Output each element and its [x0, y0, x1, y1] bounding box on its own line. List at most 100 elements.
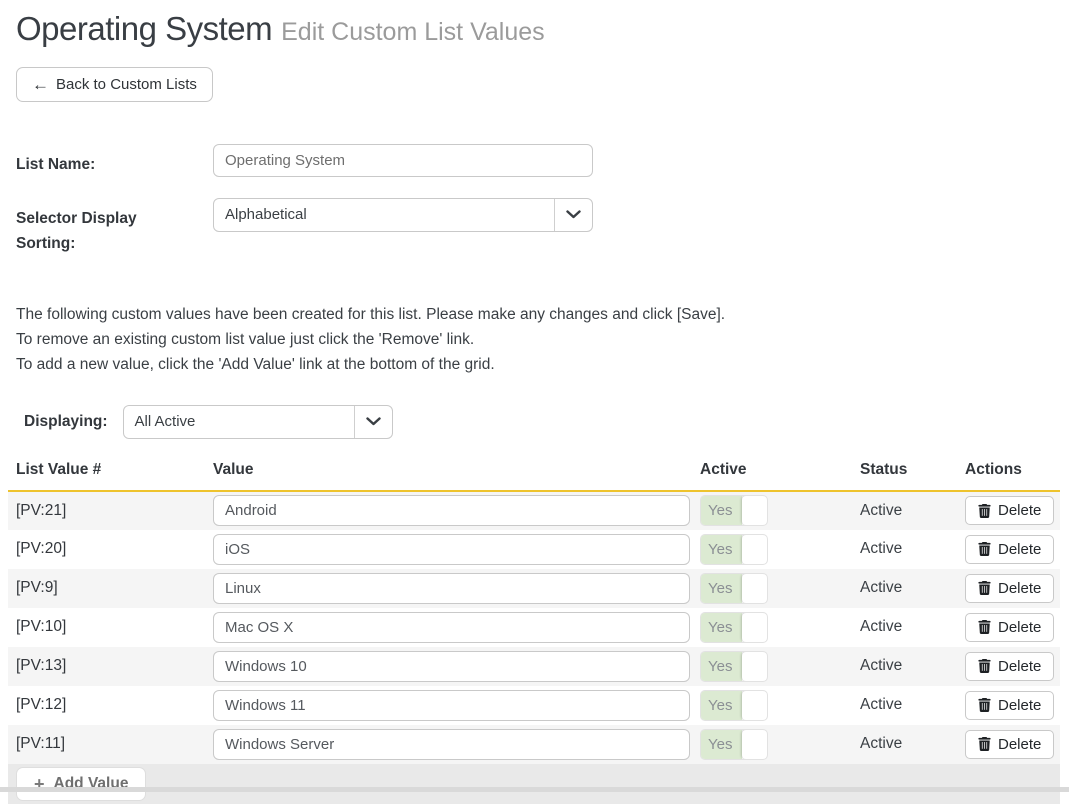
displaying-label: Displaying: [24, 413, 108, 431]
trash-icon [978, 504, 991, 518]
delete-button[interactable]: Delete [965, 574, 1054, 603]
status-text: Active [860, 657, 902, 674]
table-row: [PV:10] Yes Active Delete [8, 608, 1060, 647]
delete-button[interactable]: Delete [965, 535, 1054, 564]
status-text: Active [860, 540, 902, 557]
active-toggle[interactable]: Yes [700, 612, 768, 643]
delete-label: Delete [998, 580, 1041, 597]
delete-button[interactable]: Delete [965, 691, 1054, 720]
toggle-yes-label: Yes [701, 574, 742, 603]
trash-icon [978, 542, 991, 556]
list-value-id: [PV:20] [16, 540, 66, 557]
list-settings-form: List Name: Selector Display Sorting: Alp… [0, 144, 1069, 257]
bottom-divider-bar [0, 787, 1069, 792]
custom-values-table: List Value # Value Active Status Actions… [8, 455, 1060, 804]
sorting-label: Selector Display Sorting: [16, 198, 213, 257]
list-name-row: List Name: [16, 144, 1069, 178]
toggle-yes-label: Yes [701, 535, 742, 564]
active-toggle[interactable]: Yes [700, 729, 768, 760]
active-toggle[interactable]: Yes [700, 651, 768, 682]
delete-button[interactable]: Delete [965, 730, 1054, 759]
value-input[interactable] [213, 651, 690, 682]
toggle-yes-label: Yes [701, 652, 742, 681]
sorting-select[interactable]: Alphabetical [213, 198, 593, 232]
trash-icon [978, 581, 991, 595]
page-subtitle: Edit Custom List Values [281, 18, 545, 46]
instructions-line-1: The following custom values have been cr… [16, 302, 1069, 327]
displaying-select[interactable]: All Active [123, 405, 393, 439]
value-input[interactable] [213, 690, 690, 721]
active-toggle[interactable]: Yes [700, 573, 768, 604]
header-active: Active [700, 455, 860, 491]
table-row: [PV:13] Yes Active Delete [8, 647, 1060, 686]
trash-icon [978, 737, 991, 751]
chevron-down-icon [354, 406, 392, 438]
table-row: [PV:9] Yes Active Delete [8, 569, 1060, 608]
active-toggle[interactable]: Yes [700, 495, 768, 526]
list-value-id: [PV:11] [16, 735, 65, 752]
status-text: Active [860, 579, 902, 596]
add-value-button[interactable]: + Add Value [16, 767, 146, 801]
delete-label: Delete [998, 736, 1041, 753]
delete-button[interactable]: Delete [965, 652, 1054, 681]
list-value-id: [PV:9] [16, 579, 58, 596]
sorting-selected-value: Alphabetical [214, 199, 554, 231]
back-button-label: Back to Custom Lists [56, 76, 197, 93]
table-row: [PV:21] Yes Active Delete [8, 491, 1060, 530]
toggle-knob [742, 652, 767, 681]
toggle-knob [742, 496, 767, 525]
trash-icon [978, 698, 991, 712]
toggle-knob [742, 574, 767, 603]
toggle-knob [742, 535, 767, 564]
chevron-down-icon [554, 199, 592, 231]
table-header-row: List Value # Value Active Status Actions [8, 455, 1060, 491]
active-toggle[interactable]: Yes [700, 690, 768, 721]
displaying-selected-value: All Active [124, 406, 354, 438]
table-footer: + Add Value [8, 764, 1060, 804]
sorting-row: Selector Display Sorting: Alphabetical [16, 198, 1069, 257]
delete-label: Delete [998, 541, 1041, 558]
page-header: Operating System Edit Custom List Values [16, 10, 1069, 48]
header-list-value-id: List Value # [8, 455, 213, 491]
list-value-id: [PV:13] [16, 657, 66, 674]
list-name-input[interactable] [213, 144, 593, 177]
toggle-yes-label: Yes [701, 613, 742, 642]
list-name-label: List Name: [16, 144, 213, 178]
active-toggle[interactable]: Yes [700, 534, 768, 565]
delete-button[interactable]: Delete [965, 496, 1054, 525]
delete-button[interactable]: Delete [965, 613, 1054, 642]
instructions-line-2: To remove an existing custom list value … [16, 327, 1069, 352]
back-to-custom-lists-button[interactable]: ← Back to Custom Lists [16, 67, 213, 102]
toggle-knob [742, 730, 767, 759]
list-value-id: [PV:10] [16, 618, 66, 635]
table-row: [PV:12] Yes Active Delete [8, 686, 1060, 725]
status-text: Active [860, 735, 902, 752]
page-title: Operating System [16, 10, 272, 47]
toggle-knob [742, 613, 767, 642]
value-input[interactable] [213, 534, 690, 565]
toggle-yes-label: Yes [701, 691, 742, 720]
delete-label: Delete [998, 658, 1041, 675]
value-input[interactable] [213, 573, 690, 604]
delete-label: Delete [998, 619, 1041, 636]
value-input[interactable] [213, 612, 690, 643]
delete-label: Delete [998, 502, 1041, 519]
status-text: Active [860, 618, 902, 635]
table-body: [PV:21] Yes Active Delete [PV:20] Yes [8, 491, 1060, 764]
toggle-yes-label: Yes [701, 496, 742, 525]
value-input[interactable] [213, 729, 690, 760]
back-arrow-icon: ← [32, 76, 49, 93]
table-row: [PV:20] Yes Active Delete [8, 530, 1060, 569]
displaying-filter-row: Displaying: All Active [24, 405, 1069, 439]
trash-icon [978, 620, 991, 634]
header-value: Value [213, 455, 700, 491]
list-value-id: [PV:21] [16, 502, 66, 519]
status-text: Active [860, 502, 902, 519]
table-row: [PV:11] Yes Active Delete [8, 725, 1060, 764]
list-value-id: [PV:12] [16, 696, 66, 713]
value-input[interactable] [213, 495, 690, 526]
header-actions: Actions [965, 455, 1060, 491]
instructions-line-3: To add a new value, click the 'Add Value… [16, 352, 1069, 377]
instructions-text: The following custom values have been cr… [16, 302, 1069, 377]
header-status: Status [860, 455, 965, 491]
